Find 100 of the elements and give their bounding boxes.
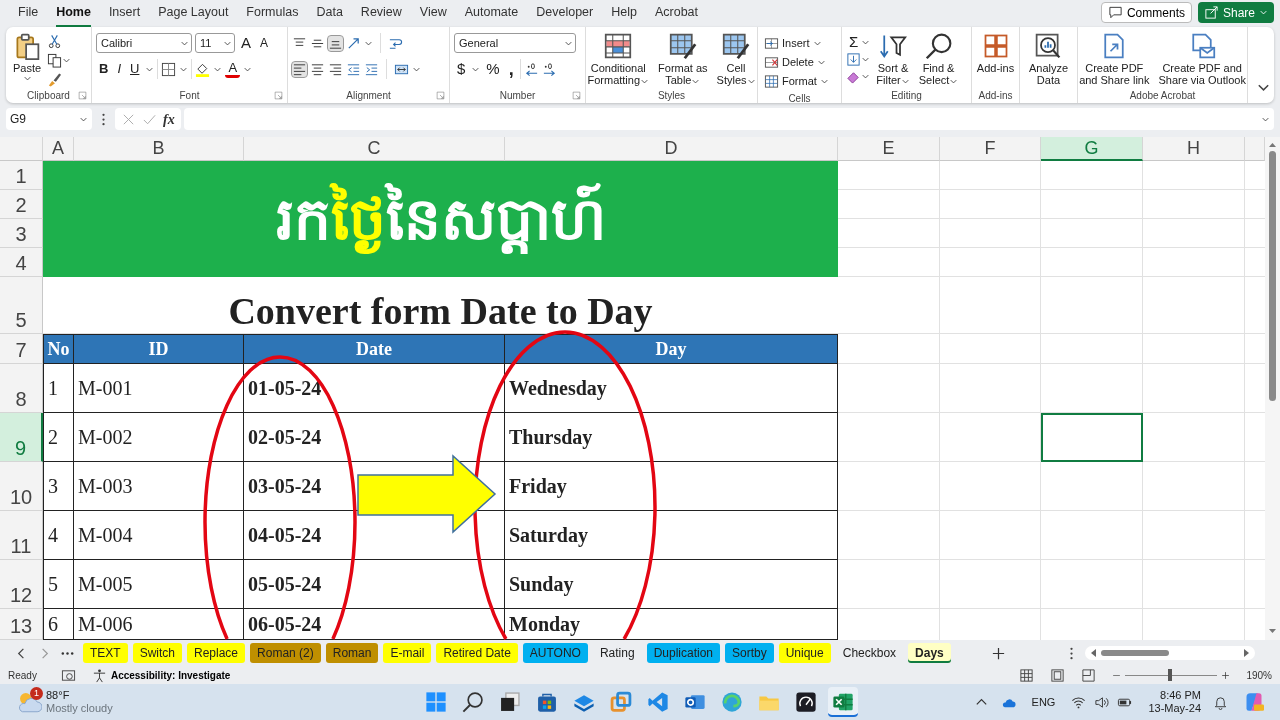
menu-tab[interactable]: Page Layout [158, 0, 229, 27]
row-header[interactable]: 8 [0, 364, 43, 413]
page-view-icon[interactable] [1050, 667, 1066, 683]
wifi-icon[interactable] [1071, 694, 1087, 710]
down-arrow-box-icon[interactable] [846, 52, 861, 67]
menu-tab[interactable]: Acrobat [654, 0, 699, 27]
currency-button[interactable]: $ [454, 60, 469, 78]
shrink-font-button[interactable]: A [257, 34, 272, 52]
sheet-tab[interactable]: Rating [592, 643, 642, 663]
cell-styles-button[interactable]: Cell Styles [713, 30, 759, 88]
create-pdf-share-link-button[interactable]: Create PDF and Share link [1076, 30, 1153, 88]
menu-tab[interactable]: Developer [536, 0, 594, 27]
row-header[interactable]: 3 [0, 219, 43, 248]
paint-bucket-icon[interactable] [195, 61, 211, 77]
sheet-tab[interactable]: Replace [187, 643, 246, 663]
scrollbar[interactable] [1265, 137, 1280, 640]
sheet-tab[interactable]: AUTONO [522, 643, 588, 663]
sheet-tab[interactable]: Checkbox [835, 643, 904, 663]
name-box[interactable]: G9 [6, 108, 92, 130]
accessibility-button[interactable]: Accessibility: Investigate [91, 667, 231, 683]
underline-button[interactable]: U [127, 60, 143, 78]
shopping-bag-icon[interactable] [536, 691, 558, 713]
insert-function-button[interactable]: fx [163, 108, 175, 130]
column-header[interactable]: F [940, 137, 1041, 161]
menu-tab[interactable]: View [419, 0, 447, 27]
menu-tab[interactable]: File [18, 0, 39, 27]
column-header[interactable]: E [838, 137, 940, 161]
sheet-tab[interactable]: Roman [325, 643, 379, 663]
speedometer-icon[interactable] [795, 691, 817, 713]
column-header[interactable]: A [43, 137, 74, 161]
bell-icon[interactable] [1213, 694, 1228, 710]
formula-input[interactable] [183, 108, 1274, 130]
eraser-icon[interactable] [846, 69, 861, 84]
zoom-level[interactable]: 190% [1246, 667, 1272, 683]
paste-button[interactable]: Paste [10, 30, 45, 85]
column-header[interactable]: G [1041, 137, 1143, 161]
grow-font-button[interactable]: A [238, 34, 254, 52]
font-size-dropdown[interactable]: 11 [195, 33, 235, 53]
align-bottom-icon[interactable] [328, 35, 343, 51]
border-grid-icon[interactable] [161, 61, 177, 77]
diagonal-arrow-icon[interactable] [346, 35, 361, 51]
sort-filter-button[interactable]: Sort & Filter [873, 30, 913, 88]
comments-button[interactable]: Comments [1100, 2, 1192, 23]
sheet-tab[interactable]: Sortby [725, 643, 774, 663]
row-header[interactable]: 9 [0, 413, 43, 462]
row-header[interactable]: 11 [0, 511, 43, 560]
sheet-tab[interactable]: Unique [778, 643, 831, 663]
column-header[interactable]: B [74, 137, 244, 161]
decimal-arrow-left-icon[interactable] [523, 61, 539, 77]
row-header[interactable]: 1 [0, 161, 43, 190]
menu-tab[interactable]: Data [316, 0, 343, 27]
align-left-icon[interactable] [292, 61, 307, 77]
sheet-tab[interactable]: Days [908, 643, 951, 663]
format-as-table-button[interactable]: Format as Table [655, 30, 711, 88]
percent-button[interactable]: % [483, 60, 503, 78]
font-name-dropdown[interactable]: Calibri [96, 33, 192, 53]
column-header[interactable]: C [244, 137, 505, 161]
row-header[interactable]: 13 [0, 609, 43, 640]
create-pdf-outlook-button[interactable]: Create PDF and Share via Outlook [1155, 30, 1249, 88]
insert-button[interactable]: Insert [762, 34, 824, 53]
spreadsheet-app-icon[interactable] [832, 691, 854, 713]
plus-icon[interactable] [1221, 670, 1231, 680]
row-header[interactable]: 5 [0, 277, 43, 334]
sheet-tab[interactable]: Retired Date [436, 643, 518, 663]
menu-tab[interactable]: Insert [108, 0, 141, 27]
decimal-arrow-right-icon[interactable] [541, 61, 557, 77]
add-ins-button[interactable]: Add-ins [973, 30, 1018, 76]
delete-button[interactable]: Delete [762, 53, 828, 72]
sheet-tab[interactable]: Roman (2) [250, 643, 321, 663]
grid-view-icon[interactable] [1019, 667, 1035, 683]
row-header[interactable]: 2 [0, 190, 43, 219]
scissors-icon[interactable] [47, 34, 63, 49]
folded-ribbon-icon[interactable] [647, 691, 669, 713]
decrease-indent-icon[interactable] [346, 61, 361, 77]
row-header[interactable]: 7 [0, 334, 43, 364]
scrollbar[interactable] [1084, 645, 1255, 661]
bold-button[interactable]: B [96, 60, 112, 78]
colorful-swirl-icon[interactable] [1244, 692, 1264, 712]
conditional-formatting-button[interactable]: Conditional Formatting [584, 30, 653, 88]
paintbrush-icon[interactable] [47, 72, 63, 87]
row-header[interactable]: 4 [0, 248, 43, 277]
share-button[interactable]: Share [1197, 2, 1274, 23]
column-header[interactable]: H [1143, 137, 1245, 161]
autosum-button[interactable]: Σ [846, 34, 862, 50]
copy-icon[interactable] [47, 53, 63, 68]
sheet-tab[interactable]: TEXT [83, 643, 128, 663]
plus-icon[interactable] [990, 645, 1006, 661]
search-icon[interactable] [462, 691, 484, 713]
menu-tab[interactable]: Help [611, 0, 637, 27]
menu-tab[interactable]: Review [360, 0, 402, 27]
row-header[interactable]: 10 [0, 462, 43, 511]
sheet-tab[interactable]: Switch [132, 643, 182, 663]
slider-thumb[interactable] [1167, 669, 1172, 681]
comma-button[interactable]: , [505, 62, 517, 76]
number-format-dropdown[interactable]: General [454, 33, 576, 53]
italic-button[interactable]: I [114, 60, 124, 78]
column-header[interactable]: D [505, 137, 838, 161]
speaker-icon[interactable] [1094, 694, 1110, 710]
menu-tab[interactable]: Formulas [246, 0, 299, 27]
analyze-data-button[interactable]: Analyze Data [1025, 30, 1072, 88]
